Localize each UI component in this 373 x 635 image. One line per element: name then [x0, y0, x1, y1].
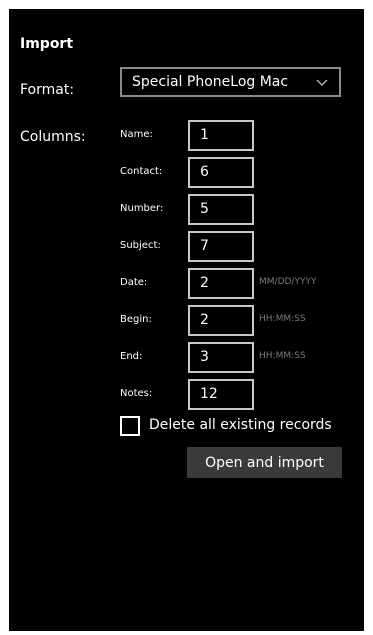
field-label: End:: [120, 351, 143, 362]
chevron-down-icon: [316, 79, 328, 86]
columns-label: Columns:: [20, 129, 86, 145]
notes-column-input[interactable]: 12: [188, 379, 254, 410]
begin-column-input[interactable]: 2: [188, 305, 254, 336]
number-column-input[interactable]: 5: [188, 194, 254, 225]
delete-records-checkbox[interactable]: [120, 416, 140, 436]
field-label: Begin:: [120, 314, 152, 325]
open-and-import-button[interactable]: Open and import: [187, 447, 342, 478]
begin-format-hint: HH:MM:SS: [259, 314, 306, 324]
import-panel: Import Format: Special PhoneLog Mac Colu…: [9, 9, 364, 631]
field-label: Subject:: [120, 240, 161, 251]
field-label: Name:: [120, 129, 153, 140]
delete-records-label[interactable]: Delete all existing records: [149, 417, 332, 433]
format-select-value: Special PhoneLog Mac: [132, 74, 289, 90]
date-format-hint: MM/DD/YYYY: [259, 277, 317, 287]
date-column-input[interactable]: 2: [188, 268, 254, 299]
page-title: Import: [20, 36, 74, 52]
end-format-hint: HH:MM:SS: [259, 351, 306, 361]
format-select[interactable]: Special PhoneLog Mac: [120, 67, 341, 97]
format-label: Format:: [20, 82, 75, 98]
subject-column-input[interactable]: 7: [188, 231, 254, 262]
field-label: Notes:: [120, 388, 153, 399]
contact-column-input[interactable]: 6: [188, 157, 254, 188]
field-label: Date:: [120, 277, 148, 288]
end-column-input[interactable]: 3: [188, 342, 254, 373]
field-label: Number:: [120, 203, 164, 214]
field-label: Contact:: [120, 166, 163, 177]
name-column-input[interactable]: 1: [188, 120, 254, 151]
